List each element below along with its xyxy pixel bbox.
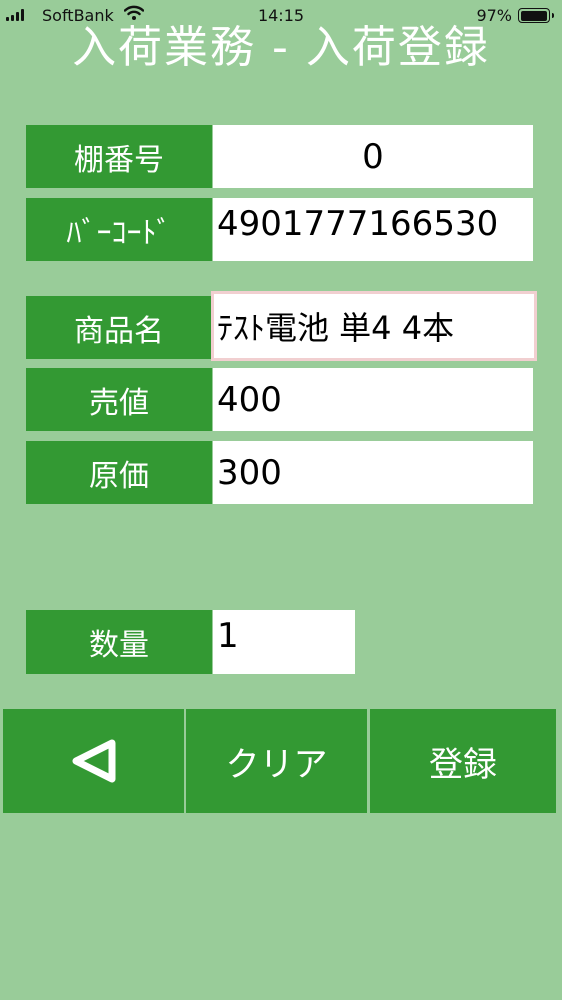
product-name-field[interactable]: ﾃｽﾄ電池 単4 4本 — [211, 291, 537, 361]
page-title: 入荷業務 - 入荷登録 — [72, 22, 490, 73]
shelf-number-field[interactable]: 0 — [213, 125, 533, 188]
clear-button[interactable]: クリア — [186, 709, 367, 813]
product-name-label: 商品名 — [26, 296, 212, 359]
back-triangle-icon — [72, 739, 115, 783]
cost-price-field[interactable]: 300 — [213, 441, 533, 504]
register-button[interactable]: 登録 — [370, 709, 556, 813]
shelf-number-label: 棚番号 — [26, 125, 212, 188]
quantity-label: 数量 — [26, 610, 212, 674]
barcode-label: ﾊﾞｰｺｰﾄﾞ — [26, 198, 212, 261]
barcode-field[interactable]: 4901777166530 — [213, 198, 533, 261]
quantity-field[interactable]: 1 — [213, 610, 355, 674]
selling-price-label: 売値 — [26, 368, 212, 431]
back-button[interactable] — [3, 709, 184, 813]
selling-price-field[interactable]: 400 — [213, 368, 533, 431]
cost-price-label: 原価 — [26, 441, 212, 504]
